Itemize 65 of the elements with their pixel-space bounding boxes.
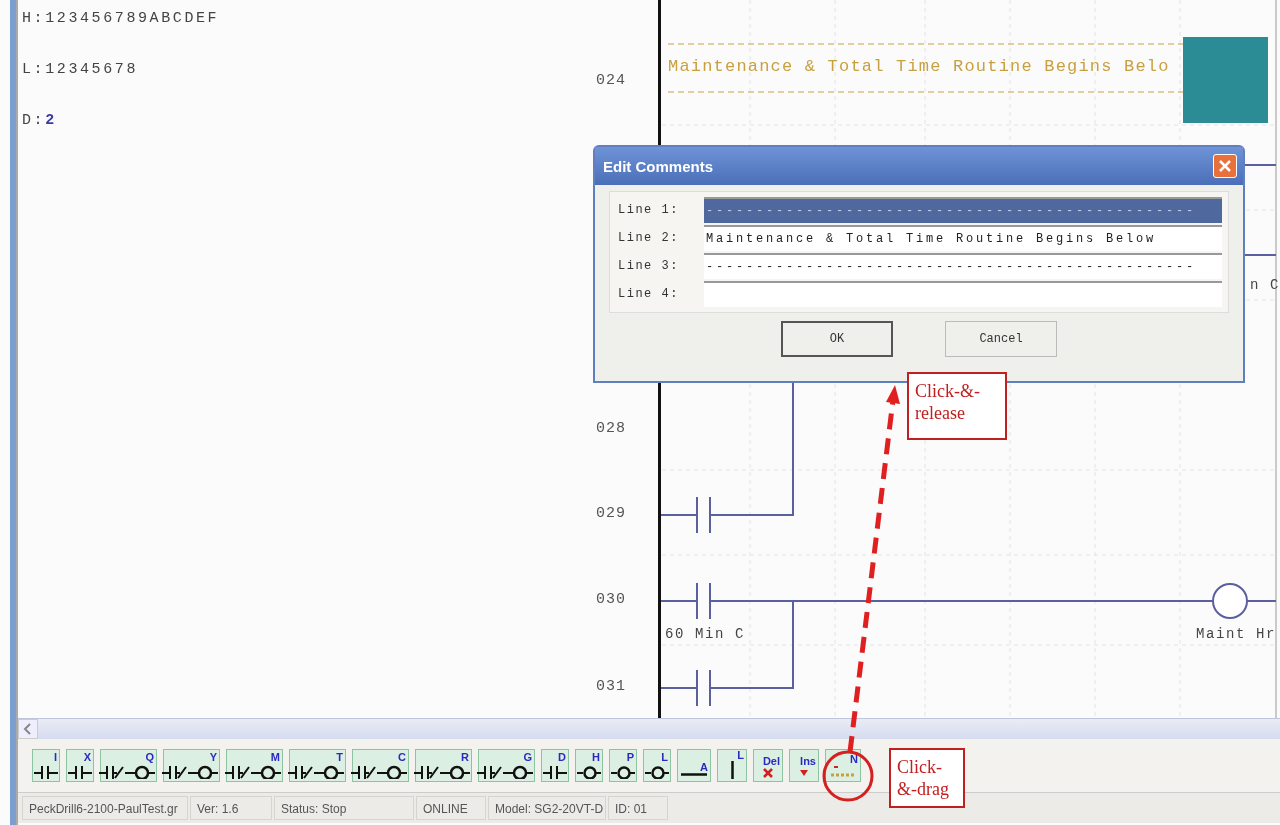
contact-icon [543, 763, 567, 779]
rung-number: 024 [596, 72, 626, 89]
comment-line-field[interactable]: ------------------------------------------------- [704, 253, 1222, 279]
field-label: Line 3: [618, 259, 680, 273]
contact-symbol [696, 582, 711, 620]
contact-icon [68, 763, 92, 779]
status-text: Model: SG2-20VT-D [488, 796, 606, 820]
field-label: Line 1: [618, 203, 680, 217]
register-line: L:12345678 [22, 60, 139, 80]
dialog-title: Edit Comments [603, 157, 713, 175]
status-text: Status: Stop [274, 796, 414, 820]
status-text: ID: 01 [608, 796, 668, 820]
horizontal-line-icon [681, 773, 707, 779]
toolbar-button[interactable]: R [415, 749, 472, 782]
callout-note: Click-&-release [907, 372, 1007, 440]
toolbar-button[interactable]: Del [753, 749, 783, 782]
dialog-button[interactable]: Cancel [945, 321, 1057, 357]
toolbar-button[interactable]: D [541, 749, 569, 782]
horizontal-scrollbar[interactable] [18, 718, 1280, 739]
contact-icon [34, 763, 58, 779]
toolbar-button[interactable]: T [289, 749, 346, 782]
callout-note: Click-&-drag [889, 748, 965, 808]
coil-icon [645, 763, 669, 779]
register-line: D:2 [22, 111, 58, 131]
scroll-left-icon[interactable] [18, 719, 38, 739]
comment-line-field[interactable]: ------------------------------------------------- [704, 197, 1222, 223]
element-label: n C [1250, 277, 1280, 293]
status-text: ONLINE [416, 796, 486, 820]
toolbar-button[interactable]: P [609, 749, 637, 782]
field-label: Line 4: [618, 287, 680, 301]
coil-icon [577, 763, 601, 779]
toolbar-button[interactable]: X [66, 749, 94, 782]
rung-number: 029 [596, 505, 626, 522]
toolbar-button[interactable]: L [717, 749, 747, 782]
highlight-circle [822, 750, 874, 802]
close-icon [1218, 159, 1232, 173]
register-line: H:123456789ABCDEF [22, 9, 220, 29]
toolbar-button[interactable]: Q [100, 749, 157, 782]
contact-symbol [696, 669, 711, 707]
vertical-line-icon [730, 761, 734, 779]
close-button[interactable] [1213, 154, 1237, 178]
rung-comment: Maintenance & Total Time Routine Begins Belo [668, 57, 1170, 76]
status-text: PeckDrill6-2100-PaulTest.gr [22, 796, 188, 820]
comment-line-field[interactable]: Maintenance & Total Time Routine Begins Below [704, 225, 1222, 251]
toolbar-button[interactable]: G [478, 749, 535, 782]
rung-number: 031 [596, 678, 626, 695]
toolbar-button[interactable]: Ins [789, 749, 819, 782]
contact-symbol [696, 496, 711, 534]
toolbar-button[interactable]: L [643, 749, 671, 782]
toolbar-button[interactable]: M [226, 749, 283, 782]
element-label: 60 Min C [665, 626, 745, 642]
rung-number: 030 [596, 591, 626, 608]
dialog-button[interactable]: OK [781, 321, 893, 357]
coil-icon [611, 763, 635, 779]
comment-line-field[interactable] [704, 281, 1222, 307]
rung-number: 028 [596, 420, 626, 437]
toolbar-button[interactable]: A [677, 749, 711, 782]
status-text: Ver: 1.6 [190, 796, 272, 820]
element-label: Maint Hr [1196, 626, 1276, 642]
coil-symbol [1212, 583, 1248, 619]
toolbar-button[interactable]: Y [163, 749, 220, 782]
field-label: Line 2: [618, 231, 680, 245]
toolbar-button[interactable]: C [352, 749, 409, 782]
toolbar-button[interactable]: H [575, 749, 603, 782]
toolbar-button[interactable]: I [32, 749, 60, 782]
